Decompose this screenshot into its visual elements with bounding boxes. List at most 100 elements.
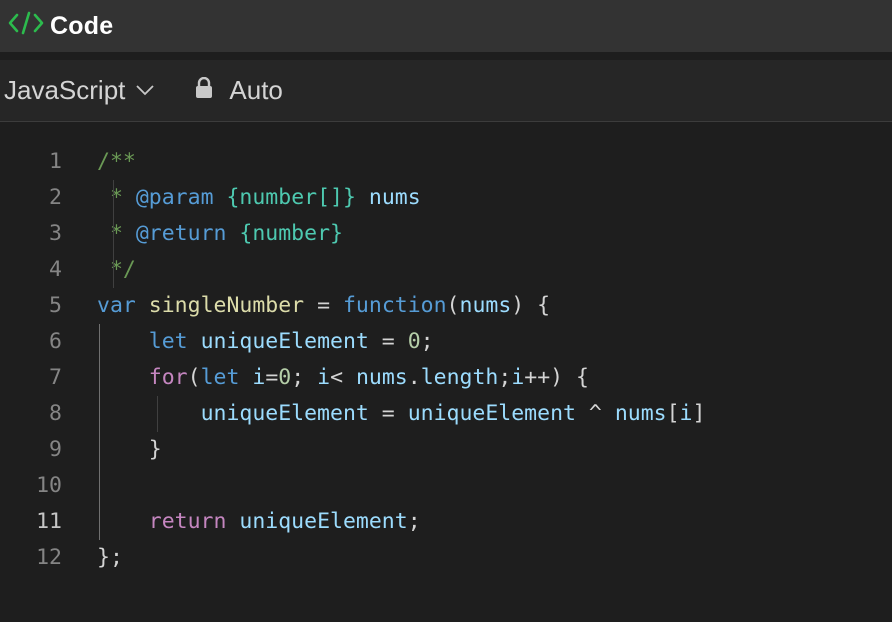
code-token: 0 [407,329,421,354]
code-line[interactable]: 6 let uniqueElement = 0; [0,324,892,360]
code-line[interactable]: 5 var singleNumber = function(nums) { [0,288,892,324]
indent-guide [99,324,100,540]
indent-guide [113,180,114,288]
indent-guide [157,396,158,432]
code-token: ) { [511,293,551,318]
code-line[interactable]: 7 for(let i=0; i< nums.length;i++) { [0,360,892,396]
code-token: nums [459,293,512,318]
code-token: ; [291,365,318,390]
code-token: i [252,365,266,390]
code-line[interactable]: 9 } [0,432,892,468]
line-code: * @return {number} [97,216,343,252]
code-token: return [148,509,227,534]
line-number: 7 [49,365,62,390]
line-number: 10 [36,473,62,498]
line-code: } [97,432,162,468]
code-token: ] [692,401,706,426]
line-number: 8 [49,401,62,426]
chevron-down-icon [135,83,155,102]
line-number: 5 [49,293,62,318]
code-token: ( [187,365,201,390]
code-token: }; [97,545,123,570]
language-select[interactable]: JavaScript [4,75,155,106]
line-code: var singleNumber = function(nums) { [97,288,550,324]
auto-mode-toggle[interactable]: Auto [195,75,283,106]
line-number: 11 [36,509,62,534]
title-bar: Code [0,0,892,52]
panel-title: Code [50,11,114,40]
line-code: }; [97,540,123,576]
line-number: 4 [49,257,62,282]
code-token: @return [135,221,227,246]
line-number: 6 [49,329,62,354]
line-number: 3 [49,221,62,246]
code-token: let [148,329,188,354]
divider [0,52,892,60]
line-number: 12 [36,545,62,570]
code-line[interactable]: 11 return uniqueElement; [0,504,892,540]
code-line[interactable]: 4 */ [0,252,892,288]
code-token: nums [355,365,408,390]
code-token: function [342,293,447,318]
code-token: = [368,329,408,354]
line-code: return uniqueElement; [97,504,421,540]
code-line[interactable]: 10 [0,468,892,504]
language-label: JavaScript [4,75,126,105]
code-token: ; [498,365,512,390]
editor-toolbar: JavaScript Auto [0,60,892,122]
code-token: < [330,365,356,390]
line-code: uniqueElement = uniqueElement ^ nums[i] [97,396,706,432]
code-token: for [148,365,188,390]
code-token: nums [614,401,667,426]
code-token: ; [407,509,421,534]
code-token: i [317,365,331,390]
code-line[interactable]: 8 uniqueElement = uniqueElement ^ nums[i… [0,396,892,432]
code-token: uniqueElement [239,509,408,534]
code-token: {number} [239,221,343,246]
code-token: [ [666,401,680,426]
line-number: 9 [49,437,62,462]
code-line[interactable]: 2 * @param {number[]} nums [0,180,892,216]
code-token: uniqueElement [407,401,576,426]
code-token: ) { [550,365,590,390]
code-token: length [420,365,499,390]
code-token: uniqueElement [200,401,369,426]
code-line[interactable]: 1 /** [0,144,892,180]
code-token: uniqueElement [200,329,369,354]
code-token: {number[]} [226,185,356,210]
code-token: 0 [278,365,292,390]
code-line[interactable]: 12}; [0,540,892,576]
line-code: */ [97,252,136,288]
code-token: } [148,437,162,462]
line-code: for(let i=0; i< nums.length;i++) { [97,360,589,396]
code-token: * [97,221,136,246]
line-code: /** [97,144,136,180]
mode-label: Auto [229,75,283,105]
line-number: 1 [49,149,62,174]
code-token: var [97,293,136,318]
code-token: singleNumber [148,293,305,318]
code-editor[interactable]: 1/** 2 * @param {number[]} nums 3 * @retur… [0,122,892,576]
code-token: ++ [524,365,551,390]
line-code: let uniqueElement = 0; [97,324,434,360]
code-token: . [407,365,421,390]
code-token: = [265,365,279,390]
line-number: 2 [49,185,62,210]
line-code: * @param {number[]} nums [97,180,421,216]
code-token: ( [446,293,460,318]
code-token: i [511,365,525,390]
code-token: */ [97,257,136,282]
code-token: i [679,401,693,426]
code-token: = [304,293,343,318]
code-line[interactable]: 3 * @return {number} [0,216,892,252]
